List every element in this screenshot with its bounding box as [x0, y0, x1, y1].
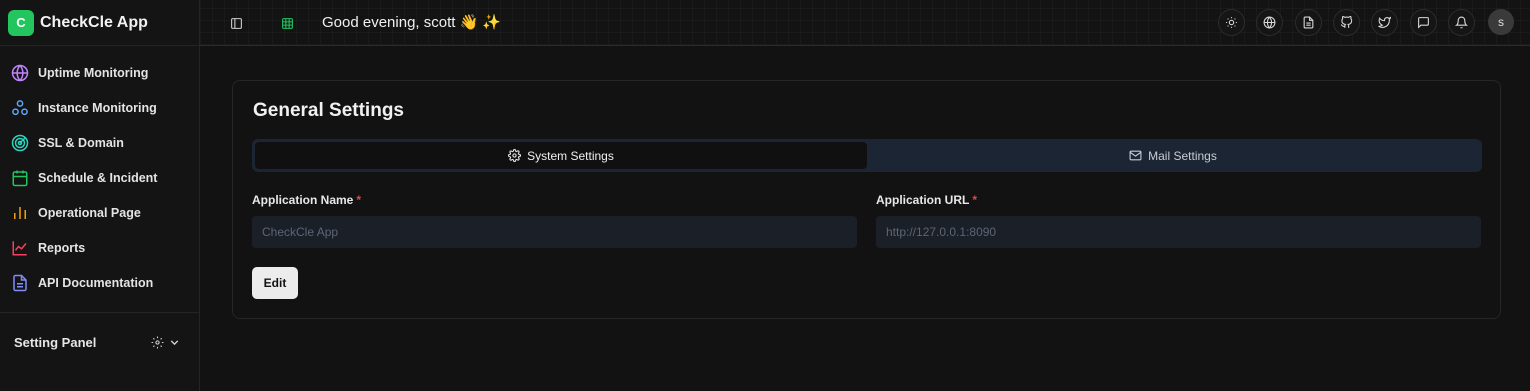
- topbar: Good evening, scott 👋 ✨ s: [200, 0, 1530, 46]
- application-url-input[interactable]: [876, 216, 1481, 248]
- mail-icon: [1129, 150, 1142, 161]
- setting-panel-toggle[interactable]: Setting Panel: [0, 312, 199, 372]
- docs-icon[interactable]: [1295, 9, 1322, 36]
- tab-label: System Settings: [527, 148, 614, 163]
- greeting-text: Good evening, scott 👋 ✨: [322, 14, 502, 31]
- sidebar-item-instance-monitoring[interactable]: Instance Monitoring: [0, 90, 199, 125]
- app-name: CheckCle App: [40, 13, 148, 31]
- settings-tabs: System Settings Mail Settings: [252, 139, 1482, 172]
- tab-system-settings[interactable]: System Settings: [255, 142, 867, 169]
- sidebar-toggle-icon[interactable]: [226, 13, 246, 33]
- line-chart-icon: [12, 240, 27, 255]
- sidebar-item-label: Schedule & Incident: [38, 170, 158, 185]
- page-title: General Settings: [253, 100, 404, 121]
- gear-icon: [151, 336, 164, 349]
- app-logo: C: [8, 9, 34, 36]
- application-name-input[interactable]: [252, 216, 857, 248]
- sidebar-item-uptime-monitoring[interactable]: Uptime Monitoring: [0, 55, 199, 90]
- application-url-label: Application URL *: [876, 193, 977, 207]
- grid-icon[interactable]: [277, 13, 297, 33]
- sidebar-item-label: Operational Page: [38, 205, 141, 220]
- application-name-label: Application Name *: [252, 193, 362, 207]
- twitter-icon[interactable]: [1371, 9, 1398, 36]
- general-settings-card: General Settings System Settings Mail Se…: [232, 80, 1501, 319]
- edit-button[interactable]: Edit: [252, 267, 298, 299]
- language-globe-icon[interactable]: [1256, 9, 1283, 36]
- network-icon: [12, 99, 28, 115]
- avatar[interactable]: s: [1488, 9, 1514, 35]
- sidebar-item-label: Reports: [38, 240, 86, 255]
- sidebar-item-label: Uptime Monitoring: [38, 65, 149, 80]
- radar-icon: [11, 134, 29, 151]
- theme-toggle-icon[interactable]: [1218, 9, 1245, 36]
- sidebar-item-operational-page[interactable]: Operational Page: [0, 195, 199, 230]
- sidebar-item-schedule-incident[interactable]: Schedule & Incident: [0, 160, 199, 195]
- sidebar-item-label: API Documentation: [38, 275, 154, 290]
- tab-label: Mail Settings: [1148, 148, 1217, 163]
- sidebar-item-label: Instance Monitoring: [38, 100, 157, 115]
- setting-panel-label: Setting Panel: [14, 335, 97, 350]
- sidebar: C CheckCle App Uptime Monitoring Instanc…: [0, 0, 200, 391]
- calendar-icon: [12, 170, 28, 186]
- sidebar-item-ssl-domain[interactable]: SSL & Domain: [0, 125, 199, 160]
- sidebar-nav: Uptime Monitoring Instance Monitoring SS…: [0, 46, 199, 300]
- brand[interactable]: C CheckCle App: [0, 0, 199, 46]
- chat-icon[interactable]: [1410, 9, 1437, 36]
- gear-icon: [508, 149, 522, 162]
- tab-mail-settings[interactable]: Mail Settings: [867, 142, 1479, 169]
- document-icon: [13, 274, 27, 291]
- bar-chart-icon: [14, 206, 26, 219]
- bell-icon[interactable]: [1448, 9, 1475, 36]
- globe-icon: [11, 64, 29, 81]
- sidebar-item-label: SSL & Domain: [38, 135, 124, 150]
- sidebar-item-reports[interactable]: Reports: [0, 230, 199, 265]
- github-icon[interactable]: [1333, 9, 1360, 36]
- chevron-down-icon: [170, 340, 179, 346]
- sidebar-item-api-documentation[interactable]: API Documentation: [0, 265, 199, 300]
